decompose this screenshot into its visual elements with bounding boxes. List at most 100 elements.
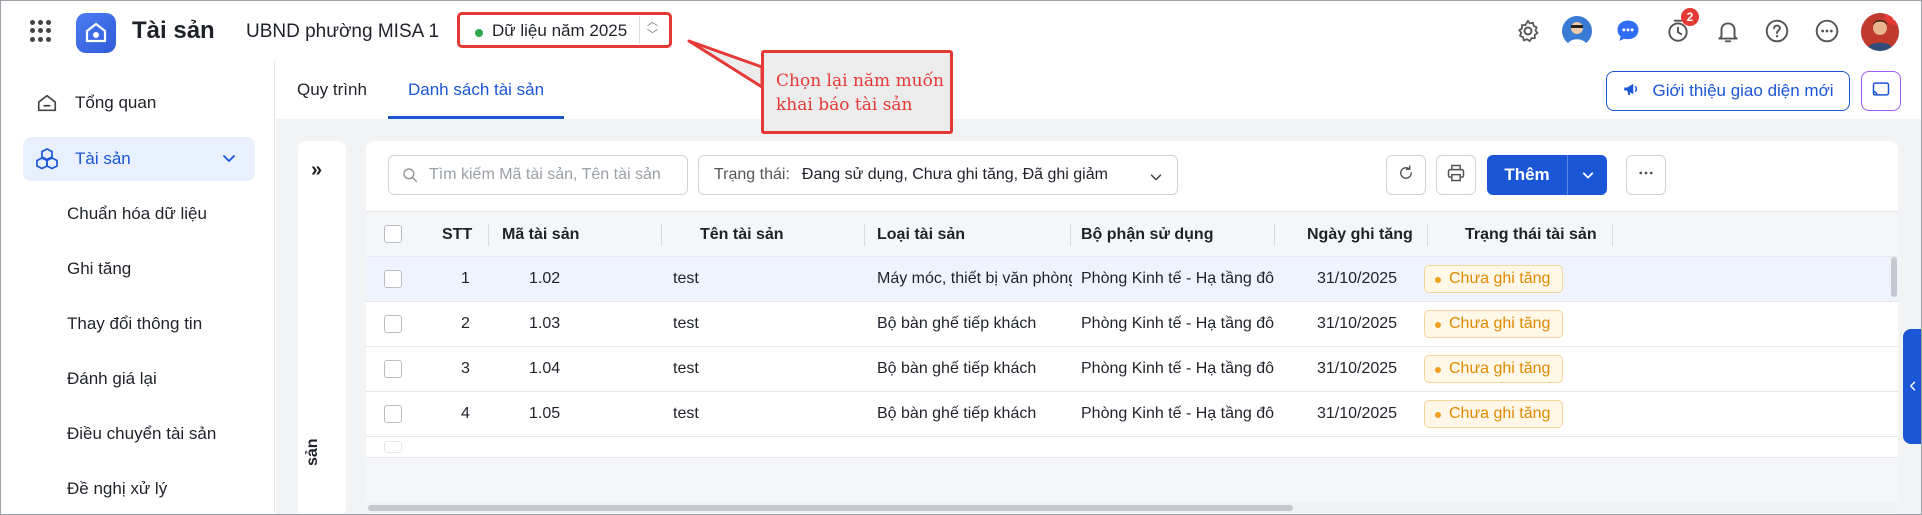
refresh-button[interactable]: [1386, 155, 1426, 195]
table-row[interactable]: 4 1.05 test Bộ bàn ghế tiếp khách Phòng …: [366, 392, 1898, 437]
panel-vertical-title: sản: [304, 438, 321, 466]
status-filter-label: Trạng thái:: [714, 166, 790, 183]
cell-stt: 4: [461, 405, 470, 422]
cell-name: test: [673, 315, 699, 332]
column-divider: [1427, 224, 1428, 246]
vertical-scrollbar[interactable]: [1891, 257, 1897, 297]
year-stepper[interactable]: ︿ ﹀: [639, 16, 665, 44]
cell-type: Bộ bàn ghế tiếp khách: [877, 315, 1037, 332]
table-row[interactable]: 1 1.02 test Máy móc, thiết bị văn phòng …: [366, 257, 1898, 302]
main-area: Quy trình Danh sách tài sản Giới thiệu g…: [276, 61, 1921, 514]
sidebar-subitem-disposal-request[interactable]: Đề nghị xử lý: [67, 479, 167, 499]
chevron-up-icon[interactable]: ︿: [640, 16, 665, 29]
print-button[interactable]: [1436, 155, 1476, 195]
sidebar-subitem-transfer[interactable]: Điều chuyển tài sản: [67, 424, 216, 444]
app-logo-icon[interactable]: [76, 13, 116, 53]
more-options-icon[interactable]: [1812, 16, 1842, 46]
cell-code: 1.02: [529, 270, 561, 287]
table-row[interactable]: 2 1.03 test Bộ bàn ghế tiếp khách Phòng …: [366, 302, 1898, 347]
cast-button[interactable]: [1861, 71, 1901, 111]
refresh-icon: [1397, 164, 1415, 187]
printer-icon: [1446, 163, 1466, 188]
status-badge: Chưa ghi tăng: [1424, 355, 1564, 383]
assistant-avatar-icon[interactable]: [1562, 16, 1592, 46]
annotation-line-1: Chọn lại năm muốn: [776, 71, 944, 91]
horizontal-scrollbar[interactable]: [366, 503, 1898, 513]
table-row[interactable]: 3 1.04 test Bộ bàn ghế tiếp khách Phòng …: [366, 347, 1898, 392]
column-header-stt[interactable]: STT: [442, 226, 472, 244]
tab-asset-list[interactable]: Danh sách tài sản: [408, 80, 544, 100]
status-badge: Chưa ghi tăng: [1424, 310, 1564, 338]
cell-name: test: [673, 270, 699, 287]
search-input[interactable]: Tìm kiếm Mã tài sản, Tên tài sản: [388, 155, 688, 195]
column-header-status[interactable]: Trạng thái tài sản: [1465, 226, 1597, 244]
settings-gear-icon[interactable]: [1513, 16, 1543, 46]
cell-type: Bộ bàn ghế tiếp khách: [877, 405, 1037, 422]
sidebar-item-overview[interactable]: Tổng quan: [23, 81, 255, 125]
org-name[interactable]: UBND phường MISA 1: [246, 21, 439, 43]
column-header-date[interactable]: Ngày ghi tăng: [1307, 226, 1413, 244]
chat-icon[interactable]: [1613, 16, 1643, 46]
add-asset-button[interactable]: Thêm: [1487, 155, 1607, 195]
app-grid-icon[interactable]: [30, 20, 52, 42]
sidebar-item-label: Tổng quan: [75, 93, 157, 112]
tab-process[interactable]: Quy trình: [297, 80, 367, 100]
more-actions-button[interactable]: [1626, 155, 1666, 195]
sidebar: Tổng quan Tài sản Chuẩn hóa dữ liệu Ghi …: [1, 61, 275, 514]
column-header-dept[interactable]: Bộ phận sử dụng: [1081, 226, 1213, 244]
sidebar-subitem-change-info[interactable]: Thay đổi thông tin: [67, 314, 202, 334]
assets-cubes-icon: [33, 145, 61, 173]
select-all-checkbox[interactable]: [384, 225, 402, 243]
column-divider: [1274, 224, 1275, 246]
megaphone-icon: [1622, 80, 1640, 103]
sidebar-subitem-revaluation[interactable]: Đánh giá lại: [67, 369, 157, 389]
user-avatar[interactable]: !: [1861, 13, 1899, 51]
cell-code: 1.03: [529, 315, 561, 332]
cell-type: Bộ bàn ghế tiếp khách: [877, 360, 1037, 377]
cell-dept: Phòng Kinh tế - Hạ tầng đô t...: [1081, 360, 1276, 377]
column-header-name[interactable]: Tên tài sản: [700, 226, 784, 244]
chevron-down-icon[interactable]: ﹀: [640, 29, 665, 42]
expand-panel-icon[interactable]: »: [311, 159, 322, 182]
row-checkbox[interactable]: [384, 360, 402, 378]
horizontal-scroll-thumb[interactable]: [368, 505, 1293, 511]
app-window: Tài sản UBND phường MISA 1 Dữ liệu năm 2…: [0, 0, 1922, 515]
search-placeholder: Tìm kiếm Mã tài sản, Tên tài sản: [429, 166, 661, 183]
table-row-partial: [366, 437, 1898, 457]
annotation-line-2: khai báo tài sản: [776, 95, 913, 115]
cell-stt: 3: [461, 360, 470, 377]
column-header-code[interactable]: Mã tài sản: [502, 226, 579, 244]
cell-date: 31/10/2025: [1317, 270, 1398, 287]
add-options-dropdown[interactable]: [1568, 168, 1607, 182]
sidebar-item-label: Tài sản: [75, 149, 131, 168]
column-header-type[interactable]: Loại tài sản: [877, 226, 965, 244]
tab-bar: Quy trình Danh sách tài sản Giới thiệu g…: [276, 61, 1921, 119]
column-divider: [1612, 224, 1613, 246]
table-footer: [366, 457, 1898, 503]
cell-type: Máy móc, thiết bị văn phòng ...: [877, 270, 1072, 287]
chevron-down-icon[interactable]: [221, 150, 237, 171]
cell-name: test: [673, 360, 699, 377]
search-icon: [401, 166, 419, 184]
side-drawer-toggle[interactable]: [1903, 329, 1921, 444]
help-icon[interactable]: [1762, 16, 1792, 46]
year-selector[interactable]: Dữ liệu năm 2025 ︿ ﹀: [457, 12, 672, 48]
column-divider: [864, 224, 865, 246]
row-checkbox[interactable]: [384, 315, 402, 333]
row-checkbox[interactable]: [384, 270, 402, 288]
timer-icon[interactable]: 2: [1663, 8, 1699, 46]
sidebar-subitem-standardize[interactable]: Chuẩn hóa dữ liệu: [67, 204, 207, 224]
home-icon: [33, 89, 61, 117]
status-filter-select[interactable]: Trạng thái: Đang sử dụng, Chưa ghi tăng,…: [698, 155, 1178, 195]
cell-dept: Phòng Kinh tế - Hạ tầng đô t...: [1081, 315, 1276, 332]
status-filter-value: Đang sử dụng, Chưa ghi tăng, Đã ghi giảm: [801, 166, 1108, 183]
intro-new-ui-button[interactable]: Giới thiệu giao diện mới: [1606, 71, 1850, 111]
sidebar-subitem-increase[interactable]: Ghi tăng: [67, 259, 131, 279]
top-bar: Tài sản UBND phường MISA 1 Dữ liệu năm 2…: [1, 1, 1921, 61]
active-tab-indicator: [388, 116, 564, 119]
cell-dept: Phòng Kinh tế - Hạ tầng đô t...: [1081, 270, 1276, 287]
sidebar-item-assets[interactable]: Tài sản: [23, 137, 255, 181]
notification-bell-icon[interactable]: [1713, 16, 1743, 46]
annotation-callout: Chọn lại năm muốn khai báo tài sản: [761, 50, 953, 134]
row-checkbox[interactable]: [384, 405, 402, 423]
